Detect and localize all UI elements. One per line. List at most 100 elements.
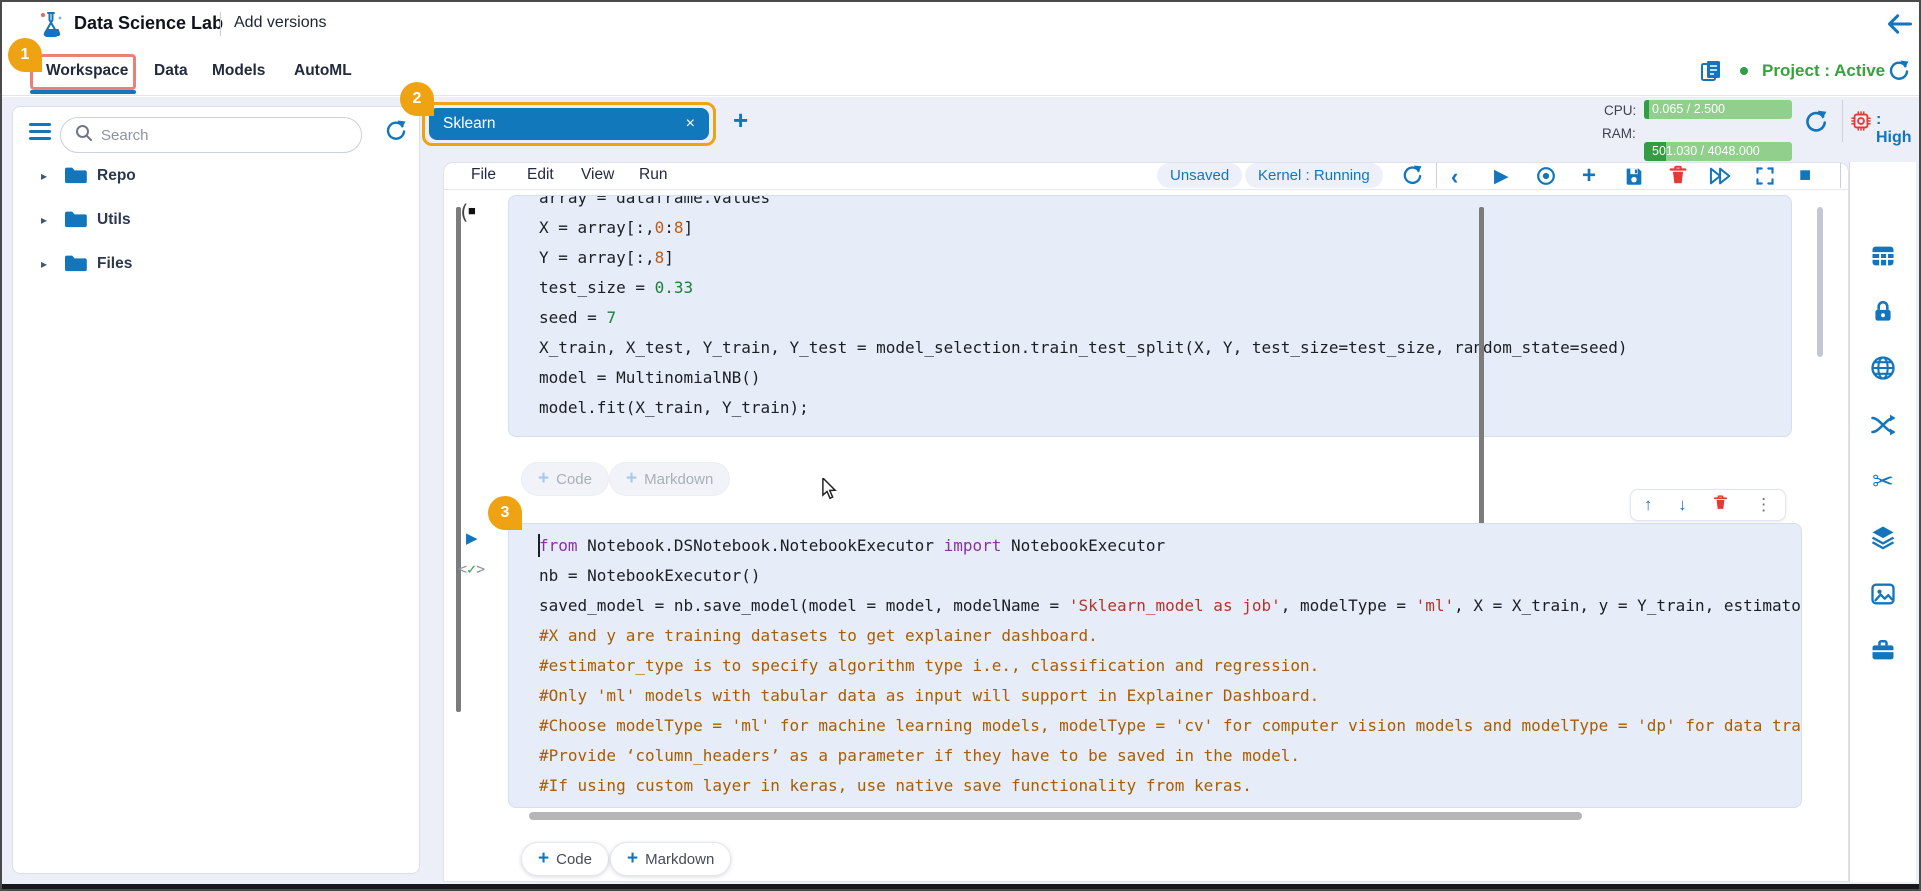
add-code-button-faded[interactable]: + Code xyxy=(521,462,609,496)
kernel-status-badge: Kernel : Running xyxy=(1245,163,1383,188)
project-files-icon[interactable] xyxy=(1699,59,1723,88)
cell-drag-handle[interactable] xyxy=(456,207,461,712)
image-icon[interactable] xyxy=(1861,572,1905,616)
ram-meter: 501.030 / 4048.000 xyxy=(1644,142,1792,161)
nav-tab-automl[interactable]: AutoML xyxy=(294,62,352,80)
unsaved-status-badge: Unsaved xyxy=(1157,163,1242,188)
text-caret xyxy=(538,534,540,557)
annotation-badge-2: 2 xyxy=(400,82,434,116)
cpu-label: CPU: xyxy=(1604,103,1636,118)
sidebar-item-repo[interactable]: ▸ Repo xyxy=(41,161,401,191)
mouse-cursor xyxy=(820,478,838,505)
kernel-refresh-icon[interactable] xyxy=(1400,164,1423,192)
data-grid-icon[interactable] xyxy=(1861,234,1905,278)
lock-icon[interactable] xyxy=(1861,290,1905,334)
delete-cell-trash-icon[interactable] xyxy=(1667,164,1689,191)
fullscreen-icon[interactable] xyxy=(1755,166,1775,191)
more-options-icon[interactable]: ⋮ xyxy=(1755,495,1772,515)
nav-bar: Workspace Data Models AutoML Project : A… xyxy=(2,46,1919,96)
folder-icon xyxy=(63,252,87,277)
priority-label: : High xyxy=(1876,111,1919,147)
add-code-button[interactable]: + Code xyxy=(521,842,609,876)
briefcase-icon[interactable] xyxy=(1861,628,1905,672)
search-icon xyxy=(75,124,93,147)
save-icon[interactable] xyxy=(1623,165,1645,192)
cell-horizontal-scrollbar[interactable] xyxy=(529,812,1582,820)
add-versions-link[interactable]: Add versions xyxy=(234,14,327,32)
toolbar-divider-2 xyxy=(1840,163,1841,188)
chip-icon xyxy=(1850,110,1872,137)
move-cell-up-icon[interactable]: ↑ xyxy=(1644,495,1653,515)
new-tab-button[interactable]: + xyxy=(733,109,748,131)
tab-label: Sklearn xyxy=(443,115,496,133)
hamburger-menu-icon[interactable] xyxy=(29,123,51,140)
add-markdown-label: Markdown xyxy=(645,851,714,868)
app-title: Data Science Lab xyxy=(74,13,223,34)
resources-divider xyxy=(1842,100,1843,142)
delete-cell-icon[interactable] xyxy=(1712,494,1729,516)
globe-icon[interactable] xyxy=(1861,346,1905,390)
code-cell-1[interactable]: array = dataframe.valuesX = array[:,0:8]… xyxy=(508,195,1792,437)
scissors-icon[interactable]: ✂ xyxy=(1861,459,1905,503)
settings-target-icon[interactable] xyxy=(1535,165,1557,192)
folder-label: Files xyxy=(97,255,132,273)
sidebar-refresh-icon[interactable] xyxy=(383,119,407,148)
menu-view[interactable]: View xyxy=(581,166,614,184)
layers-icon[interactable] xyxy=(1861,515,1905,559)
nav-tab-models[interactable]: Models xyxy=(212,62,265,80)
plus-icon: + xyxy=(538,468,549,490)
run-cell-play-icon[interactable]: ▶ xyxy=(466,529,478,547)
back-arrow-icon[interactable] xyxy=(1886,10,1914,43)
menu-run[interactable]: Run xyxy=(639,166,667,184)
search-input[interactable] xyxy=(101,127,321,144)
sidebar-item-utils[interactable]: ▸ Utils xyxy=(41,205,401,235)
chevron-left-icon[interactable]: ‹ xyxy=(1451,166,1458,188)
nav-tab-workspace[interactable]: Workspace xyxy=(46,62,128,80)
toolbar-divider xyxy=(1436,163,1437,188)
add-cell-icon[interactable]: + xyxy=(1582,164,1596,188)
run-cell-icon[interactable]: ▶ xyxy=(1494,167,1509,186)
menu-file[interactable]: File xyxy=(471,166,496,184)
plus-icon: + xyxy=(627,848,638,870)
caret-right-icon[interactable]: ▸ xyxy=(41,169,53,183)
add-markdown-button-faded[interactable]: + Markdown xyxy=(609,462,730,496)
cell-interrupted-square-indicator: ■ xyxy=(468,203,476,218)
file-browser-panel: ▸ Repo ▸ Utils ▸ Files xyxy=(12,106,420,874)
add-markdown-label: Markdown xyxy=(644,471,713,488)
plus-icon: + xyxy=(538,848,549,870)
nav-tab-data[interactable]: Data xyxy=(154,62,188,80)
active-tab-underline xyxy=(30,90,136,94)
run-all-icon[interactable] xyxy=(1708,165,1734,192)
app-logo-flask-icon xyxy=(36,9,66,44)
header-divider xyxy=(220,12,221,36)
stop-kernel-icon[interactable]: ■ xyxy=(1799,165,1811,185)
folder-icon xyxy=(63,208,87,233)
resources-refresh-icon[interactable] xyxy=(1802,109,1828,140)
menu-edit[interactable]: Edit xyxy=(527,166,554,184)
sidebar-item-files[interactable]: ▸ Files xyxy=(41,249,401,279)
project-refresh-icon[interactable] xyxy=(1886,59,1910,88)
code-cell-2[interactable]: from Notebook.DSNotebook.NotebookExecuto… xyxy=(508,523,1802,808)
project-status-label: Project : Active xyxy=(1762,61,1885,81)
add-markdown-button[interactable]: + Markdown xyxy=(610,842,731,876)
right-icon-rail: ✂ xyxy=(1849,162,1916,882)
move-cell-down-icon[interactable]: ↓ xyxy=(1678,495,1687,515)
notebook-tab-sklearn[interactable]: Sklearn × xyxy=(429,108,709,140)
code-cell-1-content: array = dataframe.valuesX = array[:,0:8]… xyxy=(509,195,1791,423)
annotation-badge-1: 1 xyxy=(8,38,42,72)
caret-right-icon[interactable]: ▸ xyxy=(41,257,53,271)
ram-value: 501.030 / 4048.000 xyxy=(1652,144,1760,158)
folder-label: Repo xyxy=(97,167,136,185)
add-code-label: Code xyxy=(556,471,592,488)
add-code-label: Code xyxy=(556,851,592,868)
cell-actions-toolbar: ↑ ↓ ⋮ xyxy=(1630,489,1786,521)
ram-label: RAM: xyxy=(1602,126,1636,141)
folder-label: Utils xyxy=(97,211,131,229)
cell-success-indicator: <✓> xyxy=(458,560,485,578)
search-box xyxy=(60,117,362,153)
bottom-edge-bar xyxy=(2,884,1919,891)
shuffle-icon[interactable] xyxy=(1861,403,1905,447)
caret-right-icon[interactable]: ▸ xyxy=(41,213,53,227)
panel-scrollbar-thumb[interactable] xyxy=(1817,207,1823,357)
close-icon[interactable]: × xyxy=(686,115,695,133)
